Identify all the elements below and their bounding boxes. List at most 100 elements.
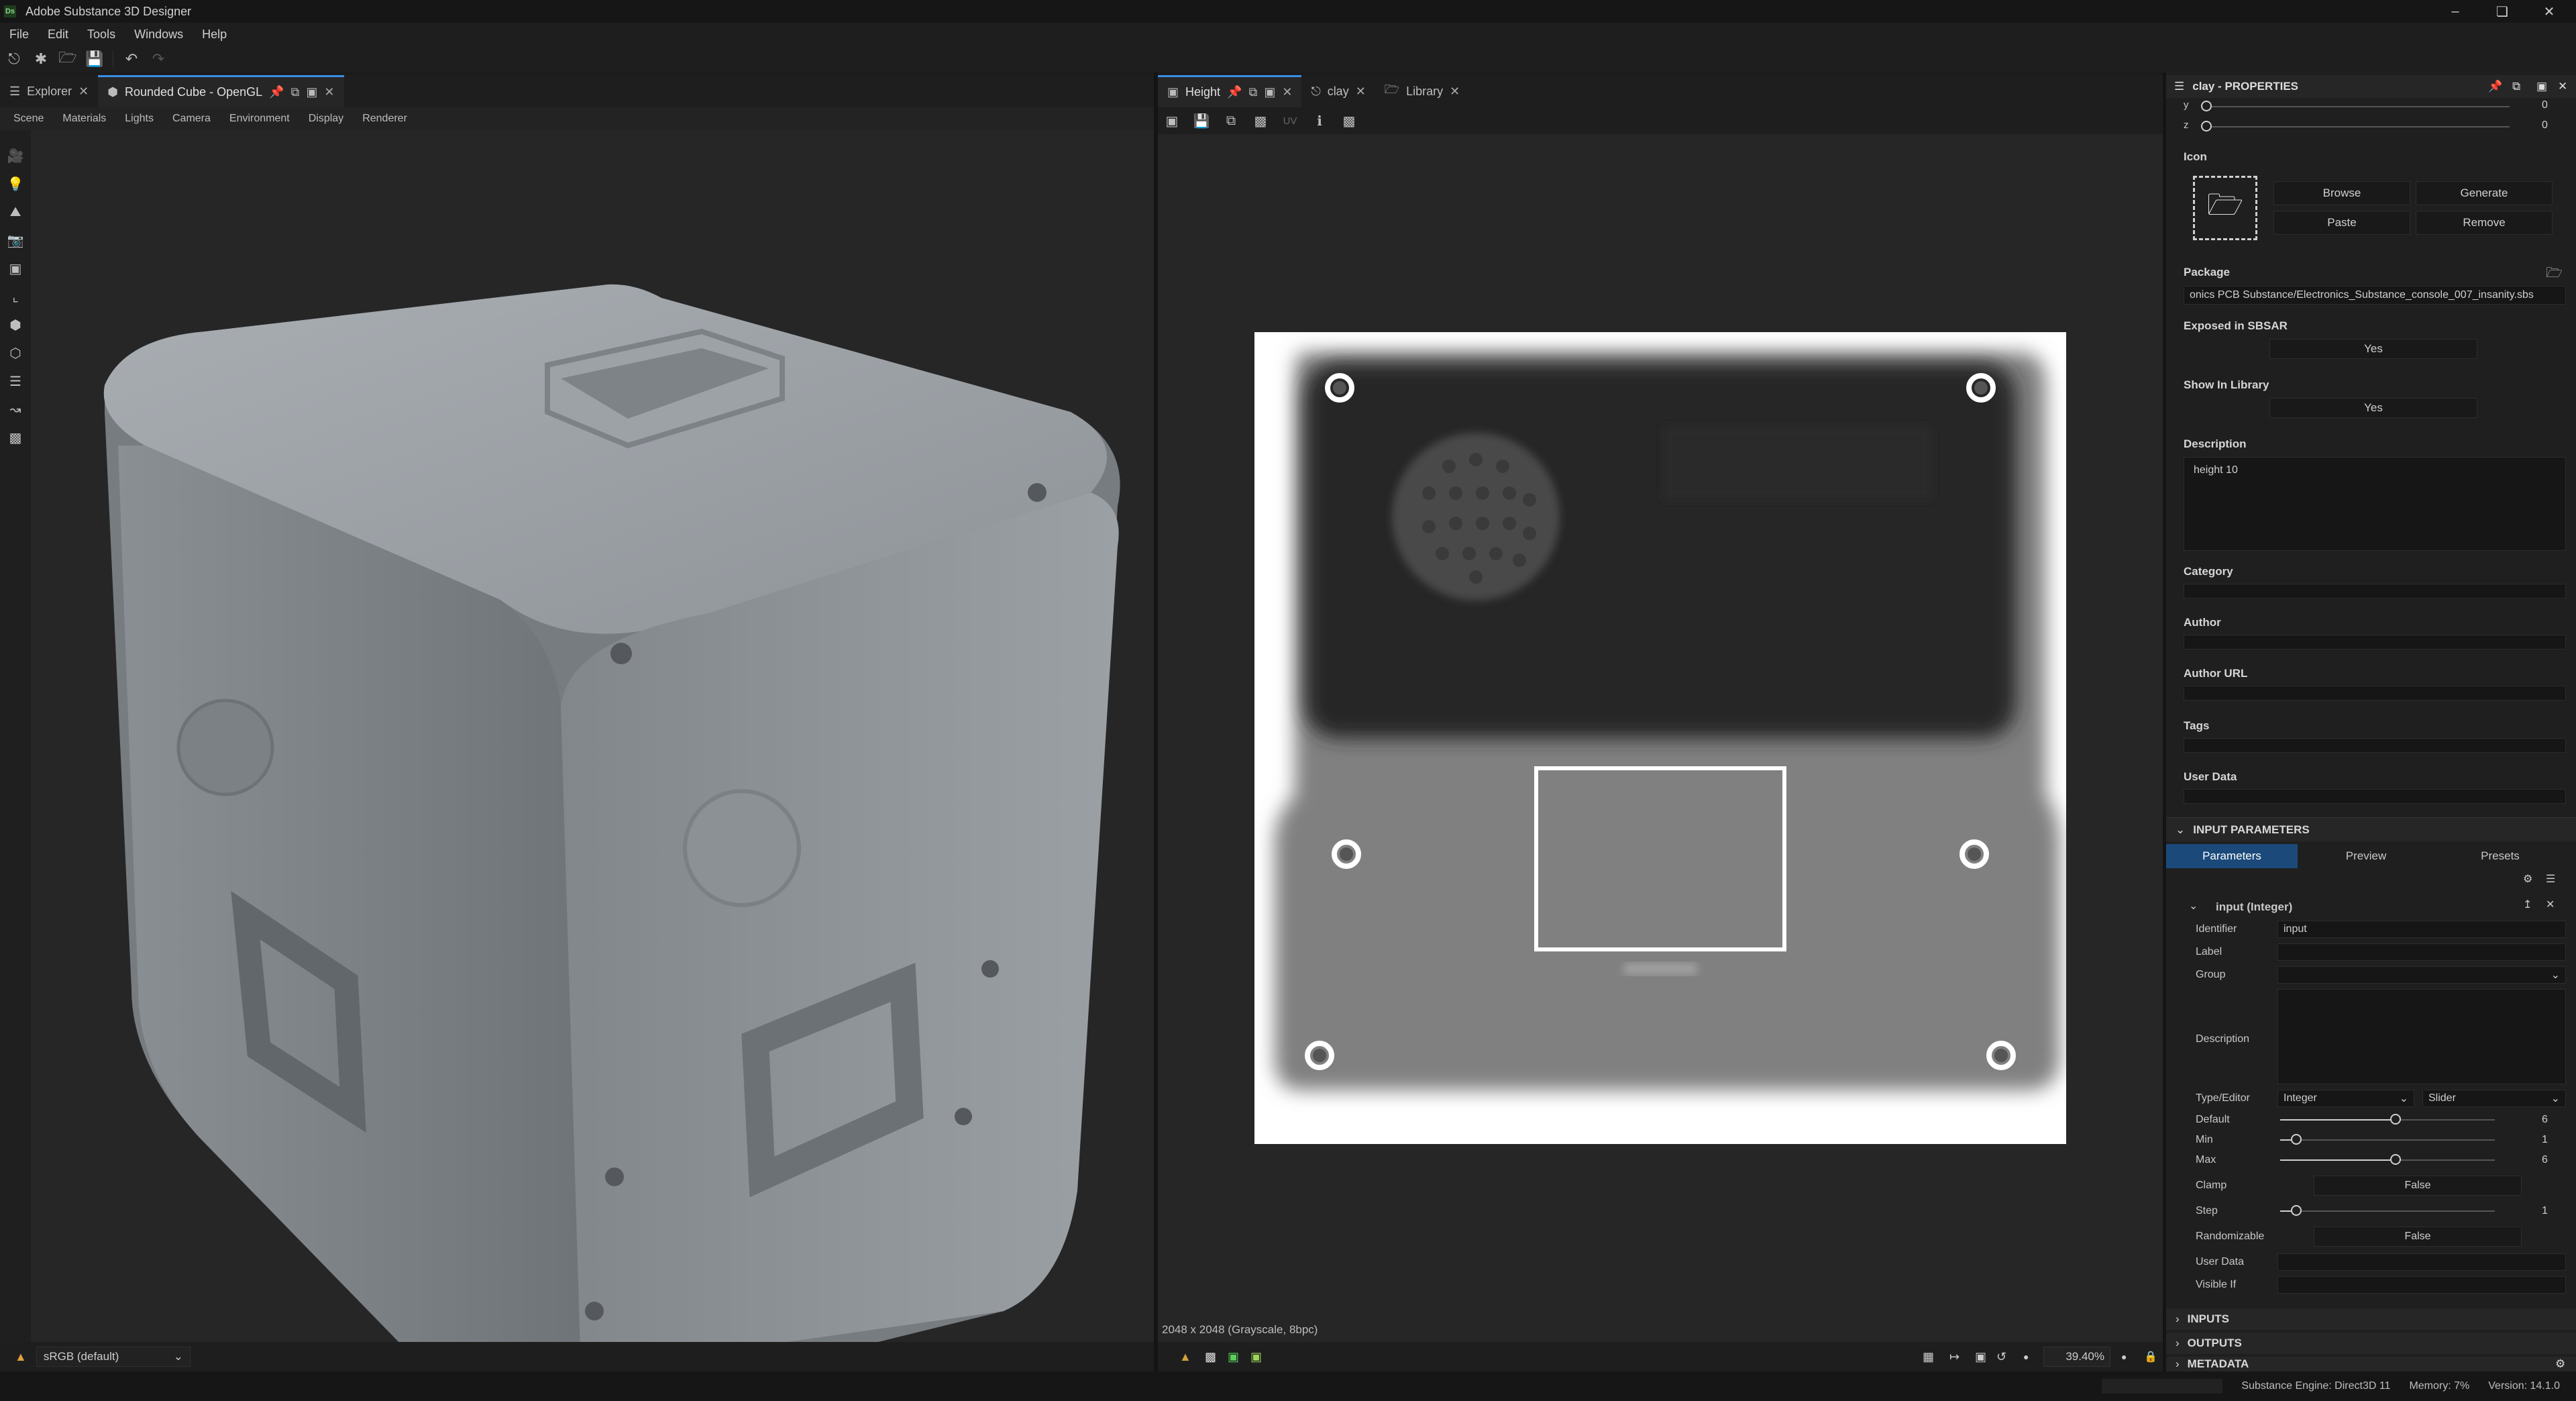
pin-icon[interactable]: 📌: [269, 85, 284, 99]
tags-field[interactable]: [2184, 738, 2566, 753]
author-url-field[interactable]: [2184, 686, 2566, 701]
axis-icon[interactable]: ⌞: [5, 287, 25, 306]
reset-zoom-icon[interactable]: ↺: [1996, 1350, 2006, 1364]
list-menu-icon[interactable]: ☰: [2546, 872, 2555, 886]
category-field[interactable]: [2184, 584, 2566, 599]
screenshot-icon[interactable]: 📷: [5, 231, 25, 250]
menu-tools[interactable]: Tools: [78, 28, 125, 42]
user-data-field[interactable]: [2184, 789, 2566, 804]
outputs-header[interactable]: › OUTPUTS: [2166, 1333, 2576, 1354]
layers-icon[interactable]: ☰: [5, 372, 25, 391]
pin-icon[interactable]: 📌: [2488, 80, 2502, 93]
fit-view-icon[interactable]: ▣: [1975, 1350, 1986, 1364]
group-dropdown[interactable]: ⌄: [2277, 966, 2566, 984]
close-tab-icon[interactable]: ✕: [78, 85, 89, 99]
metadata-header[interactable]: › METADATA ⚙: [2166, 1357, 2576, 1371]
viewport-menu-scene[interactable]: Scene: [4, 113, 53, 125]
open-package-icon[interactable]: 🗁: [2546, 263, 2563, 286]
new-package-icon[interactable]: ✱: [32, 50, 50, 68]
new-graph-icon[interactable]: ⎋: [5, 50, 23, 68]
copy-icon[interactable]: ⧉: [1222, 113, 1240, 129]
show-in-library-toggle[interactable]: Yes: [2269, 398, 2477, 418]
restore-icon[interactable]: ❏: [2482, 0, 2522, 23]
folder-icon[interactable]: 🗁: [2193, 176, 2257, 240]
max-slider[interactable]: [2280, 1152, 2495, 1168]
menu-file[interactable]: File: [0, 28, 38, 42]
input-parameters-header[interactable]: ⌄ INPUT PARAMETERS: [2166, 817, 2576, 841]
viewport-3d[interactable]: [31, 130, 1154, 1349]
visible-if-field[interactable]: [2277, 1276, 2566, 1294]
channels-icon[interactable]: ▲: [1179, 1350, 1191, 1364]
float-icon[interactable]: ⧉: [1248, 85, 1257, 99]
inputs-header[interactable]: › INPUTS: [2166, 1308, 2576, 1330]
wireframe-icon[interactable]: ⬡: [5, 344, 25, 362]
generate-button[interactable]: Generate: [2416, 181, 2553, 205]
zoom-in-icon[interactable]: ●: [2121, 1351, 2127, 1362]
tab-presets[interactable]: Presets: [2434, 844, 2566, 868]
editor-dropdown[interactable]: Slider ⌄: [2422, 1090, 2566, 1107]
menu-help[interactable]: Help: [193, 28, 236, 42]
identifier-field[interactable]: input: [2277, 921, 2566, 938]
close-tab-icon[interactable]: ✕: [1450, 85, 1460, 99]
exposed-sbsar-toggle[interactable]: Yes: [2269, 339, 2477, 359]
type-dropdown[interactable]: Integer ⌄: [2277, 1090, 2414, 1107]
menu-edit[interactable]: Edit: [38, 28, 78, 42]
close-tab-icon[interactable]: ✕: [324, 85, 334, 99]
close-tab-icon[interactable]: ✕: [1356, 85, 1366, 99]
color-picker-icon[interactable]: ▣: [1250, 1350, 1262, 1364]
save-icon[interactable]: 💾: [85, 50, 103, 68]
viewport-menu-lights[interactable]: Lights: [115, 113, 163, 125]
min-slider[interactable]: [2280, 1132, 2495, 1148]
open-folder-icon[interactable]: 🗁: [58, 49, 76, 68]
maximize-icon[interactable]: ▣: [2536, 80, 2547, 93]
pick-icon[interactable]: ↝: [5, 400, 25, 419]
description-field[interactable]: height 10: [2184, 457, 2566, 551]
stats-icon[interactable]: ▩: [5, 428, 25, 447]
transform-icon[interactable]: ▣: [5, 259, 25, 278]
tab-library[interactable]: 🗁 Library ✕: [1375, 75, 1469, 107]
viewport-menu-renderer[interactable]: Renderer: [353, 113, 417, 125]
chevron-down-icon[interactable]: ⌄: [2189, 899, 2198, 913]
tab-clay[interactable]: ⎋ clay ✕: [1301, 75, 1375, 107]
histogram-icon[interactable]: ▩: [1340, 113, 1358, 129]
tab-3d-view[interactable]: ⬢ Rounded Cube - OpenGL 📌 ⧉ ▣ ✕: [98, 75, 344, 107]
zoom-input[interactable]: 39.40%: [2043, 1347, 2110, 1367]
step-slider[interactable]: [2280, 1203, 2495, 1219]
author-field[interactable]: [2184, 635, 2566, 650]
viewport-menu-materials[interactable]: Materials: [53, 113, 115, 125]
save-image-icon[interactable]: 💾: [1193, 113, 1210, 129]
y-slider[interactable]: [2201, 99, 2510, 115]
info-icon[interactable]: ℹ: [1311, 113, 1328, 129]
export-icon[interactable]: ↥: [2523, 898, 2532, 911]
param-user-data-field[interactable]: [2277, 1253, 2566, 1271]
package-path-field[interactable]: onics PCB Substance/Electronics_Substanc…: [2184, 286, 2566, 305]
tab-explorer[interactable]: ☰ Explorer ✕: [0, 75, 98, 107]
compare-icon[interactable]: ▩: [1252, 113, 1269, 129]
browse-button[interactable]: Browse: [2273, 181, 2410, 205]
float-icon[interactable]: ⧉: [2512, 80, 2520, 93]
zoom-out-icon[interactable]: ●: [2023, 1351, 2029, 1362]
z-slider[interactable]: [2201, 119, 2510, 135]
rgb-icon[interactable]: ▣: [1228, 1350, 1239, 1364]
minimize-icon[interactable]: –: [2435, 0, 2475, 23]
lock-icon[interactable]: 🔒: [2144, 1350, 2157, 1363]
gear-icon[interactable]: ⚙: [2523, 872, 2532, 886]
pixel-icon[interactable]: ↦: [1949, 1350, 1960, 1364]
viewport-menu-environment[interactable]: Environment: [220, 113, 299, 125]
redo-icon[interactable]: ↷: [150, 50, 167, 68]
alpha-icon[interactable]: ▩: [1205, 1350, 1216, 1364]
delete-param-icon[interactable]: ✕: [2546, 898, 2555, 911]
tile-icon[interactable]: ▦: [1923, 1350, 1934, 1364]
light-icon[interactable]: 💡: [5, 174, 25, 193]
camera-icon[interactable]: 🎥: [5, 146, 25, 165]
maximize-icon[interactable]: ▣: [1264, 85, 1275, 99]
param-description-field[interactable]: [2277, 989, 2566, 1084]
close-window-icon[interactable]: ✕: [2529, 0, 2569, 23]
colorspace-dropdown[interactable]: sRGB (default) ⌄: [36, 1347, 191, 1367]
undo-icon[interactable]: ↶: [123, 50, 140, 68]
randomizable-toggle[interactable]: False: [2314, 1227, 2522, 1247]
fit-icon[interactable]: ▣: [1163, 113, 1181, 129]
close-tab-icon[interactable]: ✕: [1282, 85, 1292, 99]
tab-height[interactable]: ▣ Height 📌 ⧉ ▣ ✕: [1158, 75, 1302, 107]
tab-preview[interactable]: Preview: [2300, 844, 2432, 868]
